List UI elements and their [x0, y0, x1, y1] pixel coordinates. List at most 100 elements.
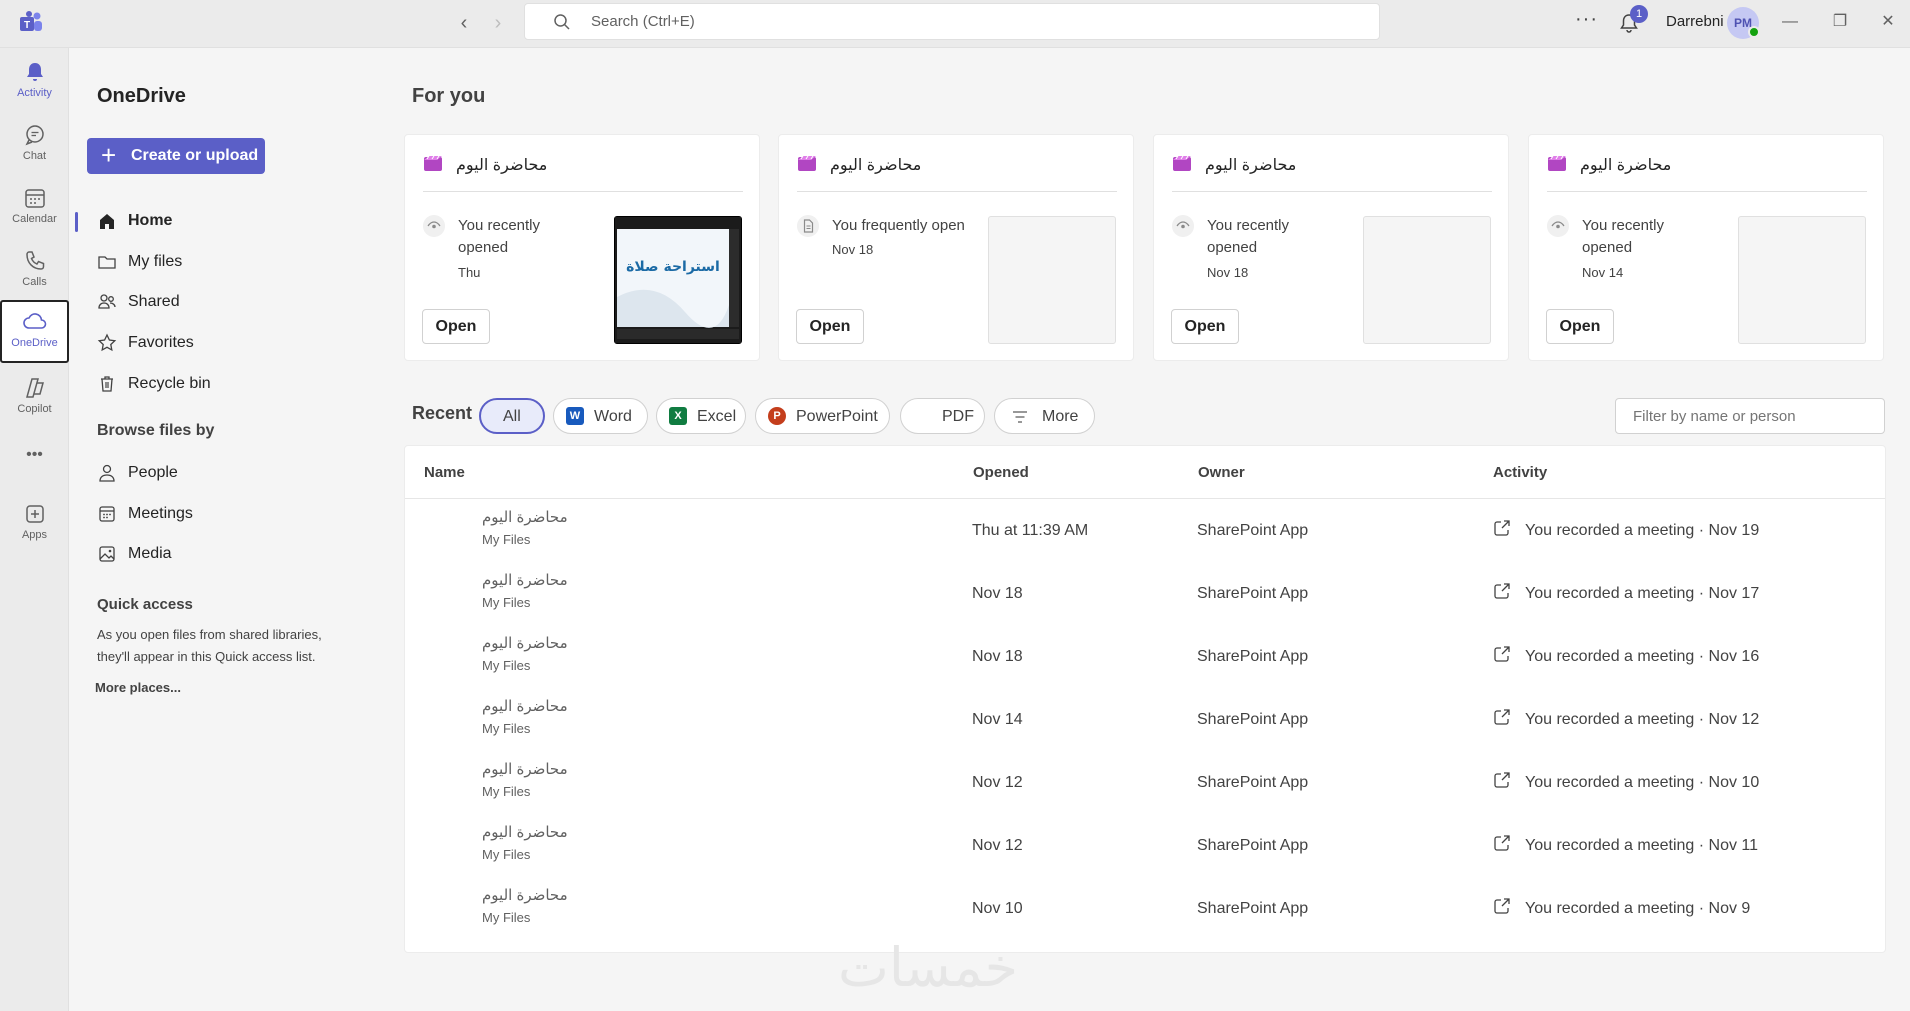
filter-chip-word[interactable]: W Word — [553, 398, 648, 434]
column-header-owner[interactable]: Owner — [1198, 464, 1245, 481]
calendar-icon — [99, 506, 115, 522]
filter-chip-pdf[interactable]: PDF — [900, 398, 985, 434]
share-activity-icon — [1494, 898, 1510, 914]
open-button[interactable]: Open — [1546, 309, 1614, 344]
file-thumbnail[interactable] — [1738, 216, 1866, 344]
rail-copilot[interactable]: Copilot — [0, 368, 69, 428]
nav-home[interactable]: Home — [97, 205, 377, 237]
watermark-logo: خمسات — [838, 936, 1019, 999]
browse-meetings[interactable]: Meetings — [97, 498, 377, 530]
minimize-button[interactable]: — — [1776, 10, 1804, 34]
forward-button[interactable]: › — [484, 9, 512, 37]
chip-label: Excel — [697, 408, 737, 425]
filter-chip-excel[interactable]: X Excel — [656, 398, 746, 434]
search-input[interactable]: Search (Ctrl+E) — [524, 3, 1380, 40]
share-activity-icon — [1494, 583, 1510, 599]
owner-name: SharePoint App — [1197, 774, 1309, 791]
open-button[interactable]: Open — [796, 309, 864, 344]
recommended-file-card[interactable]: محاضرة اليوم You frequently open Nov 18 … — [778, 134, 1134, 361]
table-row[interactable]: محاضرة اليوم My Files Nov 18 SharePoint … — [405, 562, 1885, 625]
table-row[interactable]: محاضرة اليوم My Files Nov 10 SharePoint … — [405, 877, 1885, 940]
title-bar: T ‹ › Search (Ctrl+E) ··· 1 Darrebni PM … — [0, 0, 1910, 48]
file-name[interactable]: محاضرة اليوم — [482, 823, 568, 841]
rail-activity[interactable]: Activity — [0, 52, 69, 112]
open-button[interactable]: Open — [422, 309, 490, 344]
table-row[interactable]: محاضرة اليوم My Files Thu at 11:39 AM Sh… — [405, 499, 1885, 562]
browse-media[interactable]: Media — [97, 538, 377, 570]
owner-name: SharePoint App — [1197, 900, 1309, 917]
document-icon — [797, 215, 819, 237]
filter-chip-powerpoint[interactable]: P PowerPoint — [755, 398, 890, 434]
rail-calendar[interactable]: Calendar — [0, 178, 69, 238]
open-button[interactable]: Open — [1171, 309, 1239, 344]
people-icon — [98, 294, 116, 309]
column-header-opened[interactable]: Opened — [973, 464, 1029, 481]
activity-text: You recorded a meeting · Nov 11 — [1525, 837, 1759, 854]
close-button[interactable]: ✕ — [1874, 10, 1902, 34]
owner-name: SharePoint App — [1197, 585, 1309, 602]
cloud-icon — [22, 313, 46, 329]
nav-my-files[interactable]: My files — [97, 246, 377, 278]
nav-label: Favorites — [128, 334, 194, 351]
recommended-file-card[interactable]: محاضرة اليوم You recently opened Thu Ope… — [404, 134, 760, 361]
file-name[interactable]: محاضرة اليوم — [482, 697, 568, 715]
opened-date: Thu at 11:39 AM — [972, 522, 1089, 539]
video-thumbnail[interactable]: استراحة صلاة — [614, 216, 742, 344]
recommended-file-card[interactable]: محاضرة اليوم You recently opened Nov 14 … — [1528, 134, 1884, 361]
plus-icon: + — [101, 140, 117, 170]
share-activity-icon — [1494, 772, 1510, 788]
filter-chip-more[interactable]: More — [994, 398, 1095, 434]
stream-video-icon — [1548, 155, 1566, 171]
create-button-label: Create or upload — [131, 147, 259, 164]
back-button[interactable]: ‹ — [450, 9, 478, 37]
nav-selected-indicator — [75, 212, 78, 232]
rail-chat[interactable]: Chat — [0, 115, 69, 175]
recommended-file-card[interactable]: محاضرة اليوم You recently opened Nov 18 … — [1153, 134, 1509, 361]
table-row[interactable]: محاضرة اليوم My Files Nov 14 SharePoint … — [405, 688, 1885, 751]
file-thumbnail[interactable] — [988, 216, 1116, 344]
chip-label: All — [503, 408, 521, 425]
activity-text: You recorded a meeting · Nov 19 — [1525, 522, 1760, 539]
restore-button[interactable]: ❐ — [1826, 10, 1854, 34]
quick-access-description: As you open files from shared libraries,… — [97, 627, 322, 664]
file-name[interactable]: محاضرة اليوم — [482, 508, 568, 526]
nav-label: Media — [128, 545, 172, 562]
nav-favorites[interactable]: Favorites — [97, 327, 377, 359]
more-apps-icon[interactable]: ••• — [0, 438, 69, 478]
create-or-upload-button[interactable]: + Create or upload — [87, 138, 265, 174]
nav-label: My files — [128, 253, 183, 270]
file-name[interactable]: محاضرة اليوم — [482, 760, 568, 778]
powerpoint-icon: P — [768, 407, 786, 425]
rail-apps[interactable]: Apps — [0, 494, 69, 554]
column-header-name[interactable]: Name — [424, 464, 465, 481]
column-header-activity[interactable]: Activity — [1493, 464, 1547, 481]
rail-label: Chat — [22, 150, 47, 162]
rail-label: Apps — [21, 529, 48, 541]
search-icon — [554, 14, 570, 30]
file-name[interactable]: محاضرة اليوم — [482, 886, 568, 904]
more-options-button[interactable]: ··· — [1575, 8, 1598, 31]
nav-label: Recycle bin — [128, 375, 211, 392]
table-row[interactable]: محاضرة اليوم My Files Nov 12 SharePoint … — [405, 751, 1885, 814]
excel-icon: X — [669, 407, 687, 425]
filter-input[interactable] — [1615, 398, 1885, 434]
file-thumbnail[interactable] — [1363, 216, 1491, 344]
file-name[interactable]: محاضرة اليوم — [482, 571, 568, 589]
rail-label: Calls — [22, 276, 47, 288]
table-row[interactable]: محاضرة اليوم My Files Nov 18 SharePoint … — [405, 625, 1885, 688]
more-places-link[interactable]: More places... — [95, 680, 181, 695]
eye-icon — [1547, 215, 1569, 237]
filter-chip-all[interactable]: All — [479, 398, 545, 434]
rail-calls[interactable]: Calls — [0, 241, 69, 301]
file-location: My Files — [482, 847, 531, 862]
browse-people[interactable]: People — [97, 457, 377, 489]
presence-available-icon — [1748, 26, 1760, 38]
card-reason: You frequently open — [832, 217, 965, 234]
file-name[interactable]: محاضرة اليوم — [482, 634, 568, 652]
teams-logo-icon[interactable]: T — [18, 10, 44, 36]
nav-shared[interactable]: Shared — [97, 286, 377, 318]
nav-recycle-bin[interactable]: Recycle bin — [97, 368, 377, 400]
rail-onedrive[interactable]: OneDrive — [0, 300, 69, 363]
browse-heading: Browse files by — [97, 422, 215, 439]
table-row[interactable]: محاضرة اليوم My Files Nov 12 SharePoint … — [405, 814, 1885, 877]
